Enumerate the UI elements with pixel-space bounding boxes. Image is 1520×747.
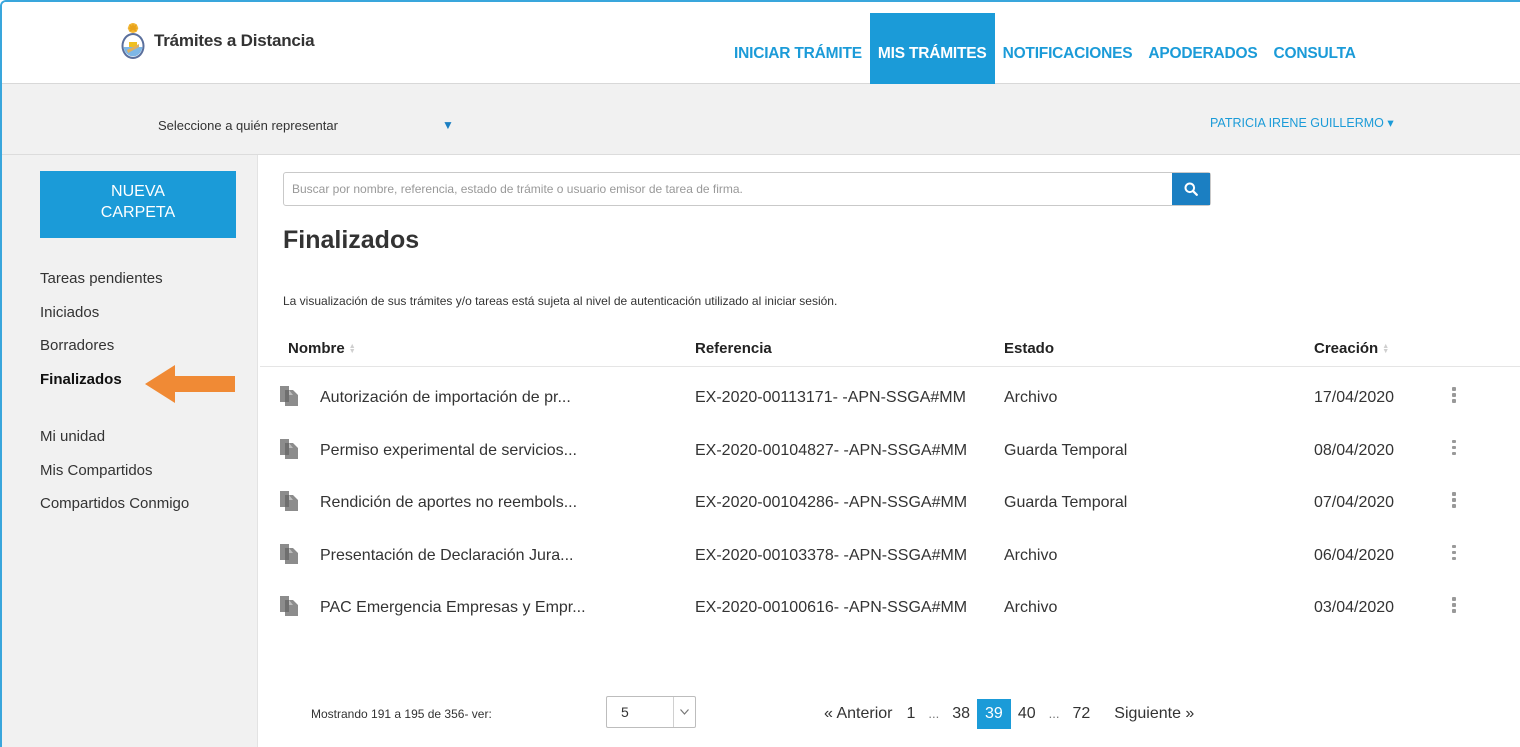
nav-apoderados[interactable]: APODERADOS	[1140, 13, 1265, 94]
sidebar: NUEVA CARPETA Tareas pendientes Iniciado…	[2, 155, 258, 747]
document-icon	[280, 543, 298, 564]
pagination-prev[interactable]: « Anterior	[817, 699, 899, 729]
pagination-next[interactable]: Siguiente »	[1107, 699, 1201, 729]
cell-referencia: EX-2020-00113171- -APN-SSGA#MM	[695, 389, 966, 406]
logo[interactable]: Trámites a Distancia	[120, 22, 315, 60]
sidebar-item-mi-unidad[interactable]: Mi unidad	[40, 427, 189, 461]
pagination-ellipsis: ...	[1048, 706, 1060, 721]
chevron-down-icon	[673, 697, 695, 727]
column-header-nombre[interactable]: Nombre ▲ ▼	[288, 340, 356, 357]
pagination-page-72[interactable]: 72	[1065, 699, 1097, 729]
cell-nombre[interactable]: Autorización de importación de pr...	[320, 389, 571, 407]
document-icon	[280, 491, 298, 511]
page-size-select[interactable]: 5	[606, 696, 696, 728]
kebab-menu-icon[interactable]	[1450, 387, 1458, 407]
sidebar-item-compartidos-conmigo[interactable]: Compartidos Conmigo	[40, 494, 189, 528]
chevron-down-icon[interactable]: ▼	[442, 118, 454, 132]
cell-creacion: 03/04/2020	[1314, 599, 1395, 616]
cell-nombre[interactable]: Permiso experimental de servicios...	[320, 442, 577, 460]
kebab-menu-icon[interactable]	[1450, 544, 1458, 565]
caret-down-icon: ▾	[1387, 116, 1394, 130]
kebab-menu-icon[interactable]	[1450, 597, 1458, 617]
new-folder-button[interactable]: NUEVA CARPETA	[40, 171, 236, 238]
cell-estado: Archivo	[1004, 599, 1058, 616]
represent-selector[interactable]: Seleccione a quién representar	[158, 118, 338, 133]
page-size-value: 5	[621, 704, 629, 720]
nav-notificaciones[interactable]: NOTIFICACIONES	[995, 13, 1141, 94]
cell-referencia: EX-2020-00103378- -APN-SSGA#MM	[695, 546, 968, 564]
new-folder-label-2: CARPETA	[100, 204, 176, 221]
table-row[interactable]: Autorización de importación de pr... EX-…	[260, 374, 1520, 427]
app-window: Trámites a Distancia INICIAR TRÁMITE MIS…	[0, 0, 1520, 747]
user-menu[interactable]: PATRICIA IRENE GUILLERMO ▾	[1210, 115, 1394, 130]
search-bar	[283, 172, 1211, 206]
user-name: PATRICIA IRENE GUILLERMO	[1210, 116, 1384, 130]
cell-nombre[interactable]: PAC Emergencia Empresas y Empr...	[320, 599, 586, 617]
pagination-ellipsis: ...	[928, 706, 940, 721]
pagination-page-1[interactable]: 1	[899, 699, 922, 729]
cell-nombre[interactable]: Presentación de Declaración Jura...	[320, 547, 573, 565]
document-icon	[280, 386, 298, 406]
table-header: Nombre ▲ ▼ Referencia Estado Creación ▲ ▼	[260, 332, 1520, 367]
pagination-page-40[interactable]: 40	[1011, 699, 1043, 729]
nav-mis-tramites[interactable]: MIS TRÁMITES	[869, 13, 995, 94]
cell-estado: Archivo	[1004, 546, 1058, 564]
kebab-menu-icon[interactable]	[1450, 492, 1458, 512]
table-row[interactable]: Rendición de aportes no reembols... EX-2…	[260, 479, 1520, 532]
page-title: Finalizados	[283, 226, 420, 254]
column-header-referencia: Referencia	[695, 340, 772, 357]
table-body: Autorización de importación de pr... EX-…	[260, 374, 1520, 637]
kebab-menu-icon[interactable]	[1450, 439, 1458, 460]
cell-creacion: 08/04/2020	[1314, 441, 1395, 459]
arrow-pointer-icon	[145, 365, 235, 403]
column-header-creacion[interactable]: Creación ▲ ▼	[1314, 340, 1389, 357]
sidebar-item-tareas-pendientes[interactable]: Tareas pendientes	[40, 269, 189, 303]
pagination: « Anterior 1 ... 38 39 40 ... 72 Siguien…	[817, 699, 1201, 729]
search-icon	[1184, 182, 1198, 196]
sidebar-item-mis-compartidos[interactable]: Mis Compartidos	[40, 461, 189, 495]
new-folder-label-1: NUEVA	[111, 183, 165, 200]
pagination-page-39-current[interactable]: 39	[977, 699, 1011, 729]
document-icon	[280, 596, 298, 616]
cell-referencia: EX-2020-00104827- -APN-SSGA#MM	[695, 441, 968, 459]
auth-notice: La visualización de sus trámites y/o tar…	[283, 294, 838, 308]
cell-estado: Archivo	[1004, 389, 1058, 406]
sort-icon: ▲ ▼	[348, 342, 356, 355]
cell-referencia: EX-2020-00100616- -APN-SSGA#MM	[695, 599, 968, 616]
sidebar-item-iniciados[interactable]: Iniciados	[40, 303, 189, 337]
cell-estado: Guarda Temporal	[1004, 441, 1128, 459]
table-row[interactable]: Permiso experimental de servicios... EX-…	[260, 427, 1520, 480]
table-row[interactable]: Presentación de Declaración Jura... EX-2…	[260, 532, 1520, 585]
nav-consulta[interactable]: CONSULTA	[1266, 13, 1364, 94]
argentina-seal-icon	[121, 23, 145, 59]
representation-bar: Seleccione a quién representar ▼ PATRICI…	[2, 84, 1520, 155]
search-input[interactable]	[284, 173, 1172, 205]
main-nav: INICIAR TRÁMITE MIS TRÁMITES NOTIFICACIO…	[726, 13, 1364, 94]
column-header-estado: Estado	[1004, 340, 1055, 357]
nav-iniciar-tramite[interactable]: INICIAR TRÁMITE	[726, 13, 870, 94]
cell-estado: Guarda Temporal	[1004, 494, 1128, 511]
results-count: Mostrando 191 a 195 de 356- ver:	[311, 707, 492, 721]
pagination-page-38[interactable]: 38	[945, 699, 977, 729]
cell-creacion: 06/04/2020	[1314, 546, 1395, 564]
sort-icon: ▲ ▼	[1382, 342, 1390, 355]
cell-creacion: 07/04/2020	[1314, 494, 1395, 511]
cell-creacion: 17/04/2020	[1314, 389, 1395, 406]
cell-nombre[interactable]: Rendición de aportes no reembols...	[320, 494, 577, 512]
table-row[interactable]: PAC Emergencia Empresas y Empr... EX-202…	[260, 584, 1520, 637]
document-icon	[280, 438, 298, 459]
app-title: Trámites a Distancia	[154, 31, 315, 50]
top-bar: Trámites a Distancia INICIAR TRÁMITE MIS…	[2, 2, 1520, 94]
cell-referencia: EX-2020-00104286- -APN-SSGA#MM	[695, 494, 968, 511]
search-button[interactable]	[1172, 173, 1210, 205]
